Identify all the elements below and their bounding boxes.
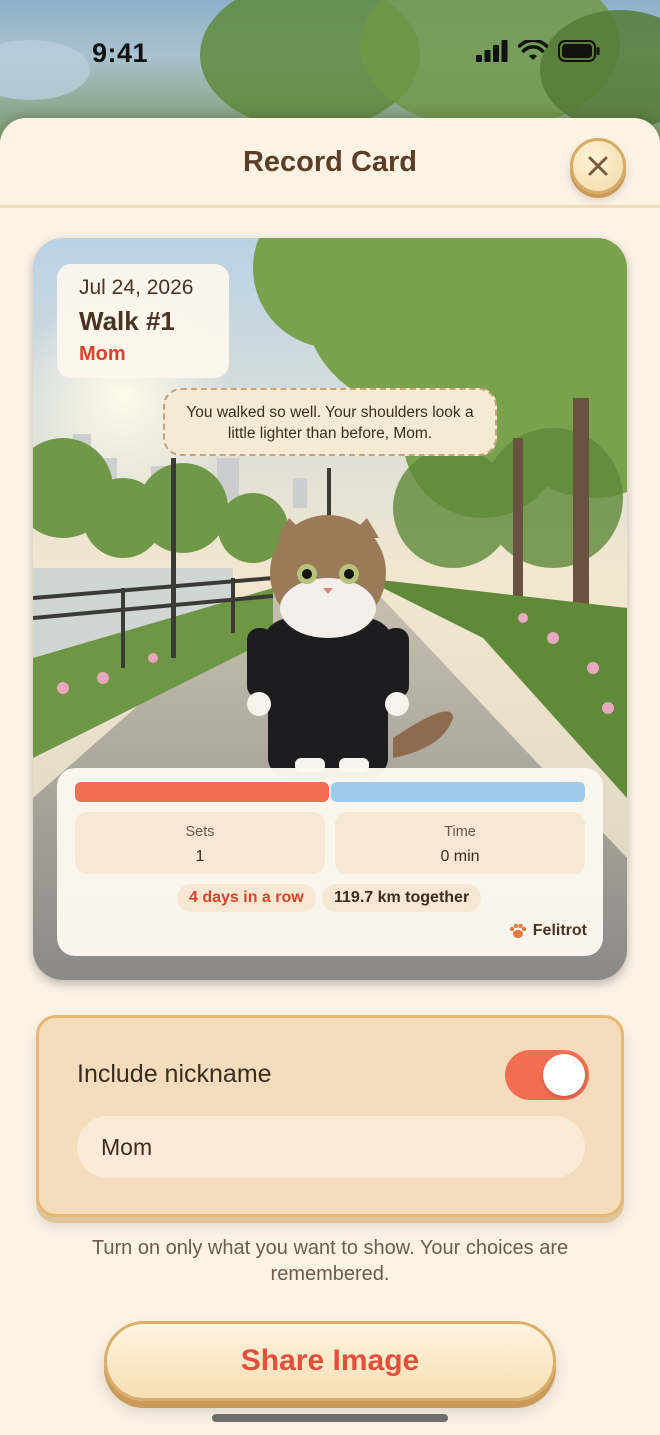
speech-bubble: You walked so well. Your shoulders look … bbox=[163, 388, 497, 456]
home-indicator bbox=[212, 1414, 448, 1422]
signal-icon bbox=[476, 40, 508, 62]
progress-bar-right bbox=[331, 782, 585, 802]
stat-time-label: Time bbox=[444, 824, 476, 840]
share-image-button[interactable]: Share Image bbox=[104, 1321, 556, 1401]
sheet-header: Record Card bbox=[0, 118, 660, 208]
stat-sets-value: 1 bbox=[195, 848, 205, 865]
stat-sets-label: Sets bbox=[185, 824, 215, 840]
nickname-field[interactable]: Mom bbox=[77, 1116, 585, 1178]
distance-badge: 119.7 km together bbox=[322, 884, 482, 912]
close-button[interactable] bbox=[570, 138, 626, 194]
nickname-settings-panel: Include nickname Mom bbox=[36, 1015, 624, 1217]
brand-label: Felitrot bbox=[509, 922, 587, 940]
battery-icon bbox=[558, 40, 600, 62]
stat-sets: Sets 1 bbox=[75, 812, 325, 874]
streak-badge: 4 days in a row bbox=[177, 884, 316, 912]
record-card-preview: Jul 24, 2026 Walk #1 Mom You walked so w… bbox=[33, 238, 627, 980]
include-nickname-label: Include nickname bbox=[77, 1060, 272, 1088]
progress-bar-left bbox=[75, 782, 329, 802]
status-bar: 9:41 bbox=[0, 0, 660, 108]
walk-date: Jul 24, 2026 bbox=[79, 276, 194, 299]
status-icons bbox=[476, 40, 600, 62]
stats-panel: Sets 1 Time 0 min 4 days in a row 119.7 … bbox=[57, 768, 603, 956]
include-nickname-toggle[interactable] bbox=[505, 1050, 589, 1100]
close-icon bbox=[588, 156, 608, 176]
stat-time: Time 0 min bbox=[335, 812, 585, 874]
walk-number: Walk #1 bbox=[79, 306, 175, 336]
record-card-sheet: Record Card Jul 24, 2026 Walk #1 Mom You… bbox=[0, 118, 660, 1435]
paw-icon bbox=[509, 923, 526, 938]
stat-time-value: 0 min bbox=[440, 848, 480, 865]
walk-info-box: Jul 24, 2026 Walk #1 Mom bbox=[57, 264, 229, 378]
settings-hint: Turn on only what you want to show. Your… bbox=[91, 1237, 569, 1285]
walk-nickname: Mom bbox=[79, 343, 126, 365]
sheet-title: Record Card bbox=[242, 146, 418, 178]
toggle-knob bbox=[543, 1054, 585, 1096]
status-time: 9:41 bbox=[92, 38, 149, 68]
wifi-icon bbox=[518, 40, 548, 60]
brand-name: Felitrot bbox=[532, 922, 587, 939]
